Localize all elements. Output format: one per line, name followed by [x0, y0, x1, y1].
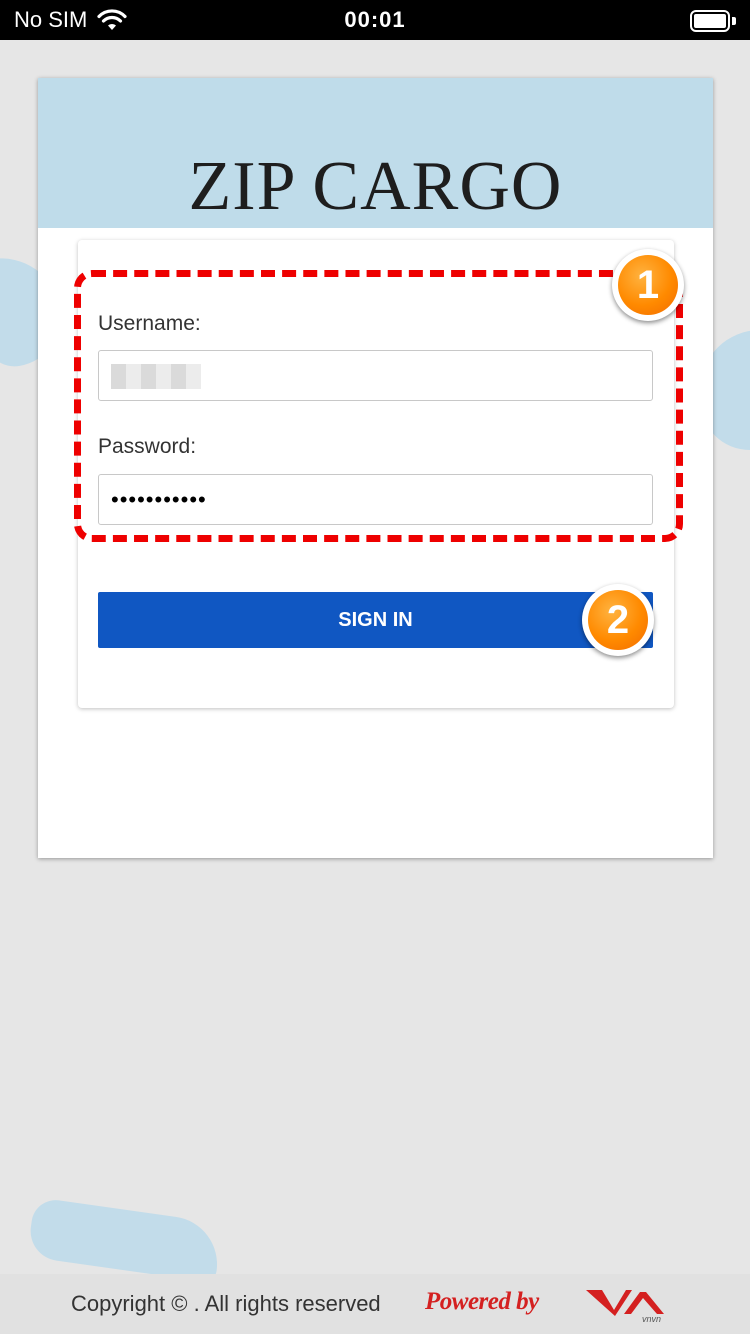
status-time: 00:01 — [344, 7, 406, 32]
highlight-frame — [74, 270, 683, 542]
brand-title: ZIP CARGO — [188, 148, 563, 225]
panel-header: ZIP CARGO — [38, 78, 713, 228]
battery-fill — [694, 14, 726, 28]
copyright-text: Copyright © . All rights reserved — [71, 1291, 381, 1316]
footer: Copyright © . All rights reserved Powere… — [0, 1274, 750, 1334]
powered-by-text: Powered by — [425, 1288, 539, 1315]
step-number: 1 — [618, 255, 678, 315]
step-number: 2 — [588, 590, 648, 650]
status-bar: No SIM 00:01 — [0, 0, 750, 40]
vnvn-logo-text: vnvn — [642, 1314, 661, 1324]
step-badge-2: 2 — [582, 584, 654, 656]
battery-tip — [732, 17, 736, 25]
map-background-shape — [26, 1197, 224, 1283]
vnvn-logo: vnvn — [586, 1290, 664, 1324]
step-badge-1: 1 — [612, 249, 684, 321]
sign-in-button[interactable]: SIGN IN — [98, 592, 653, 648]
battery-icon — [690, 10, 736, 32]
